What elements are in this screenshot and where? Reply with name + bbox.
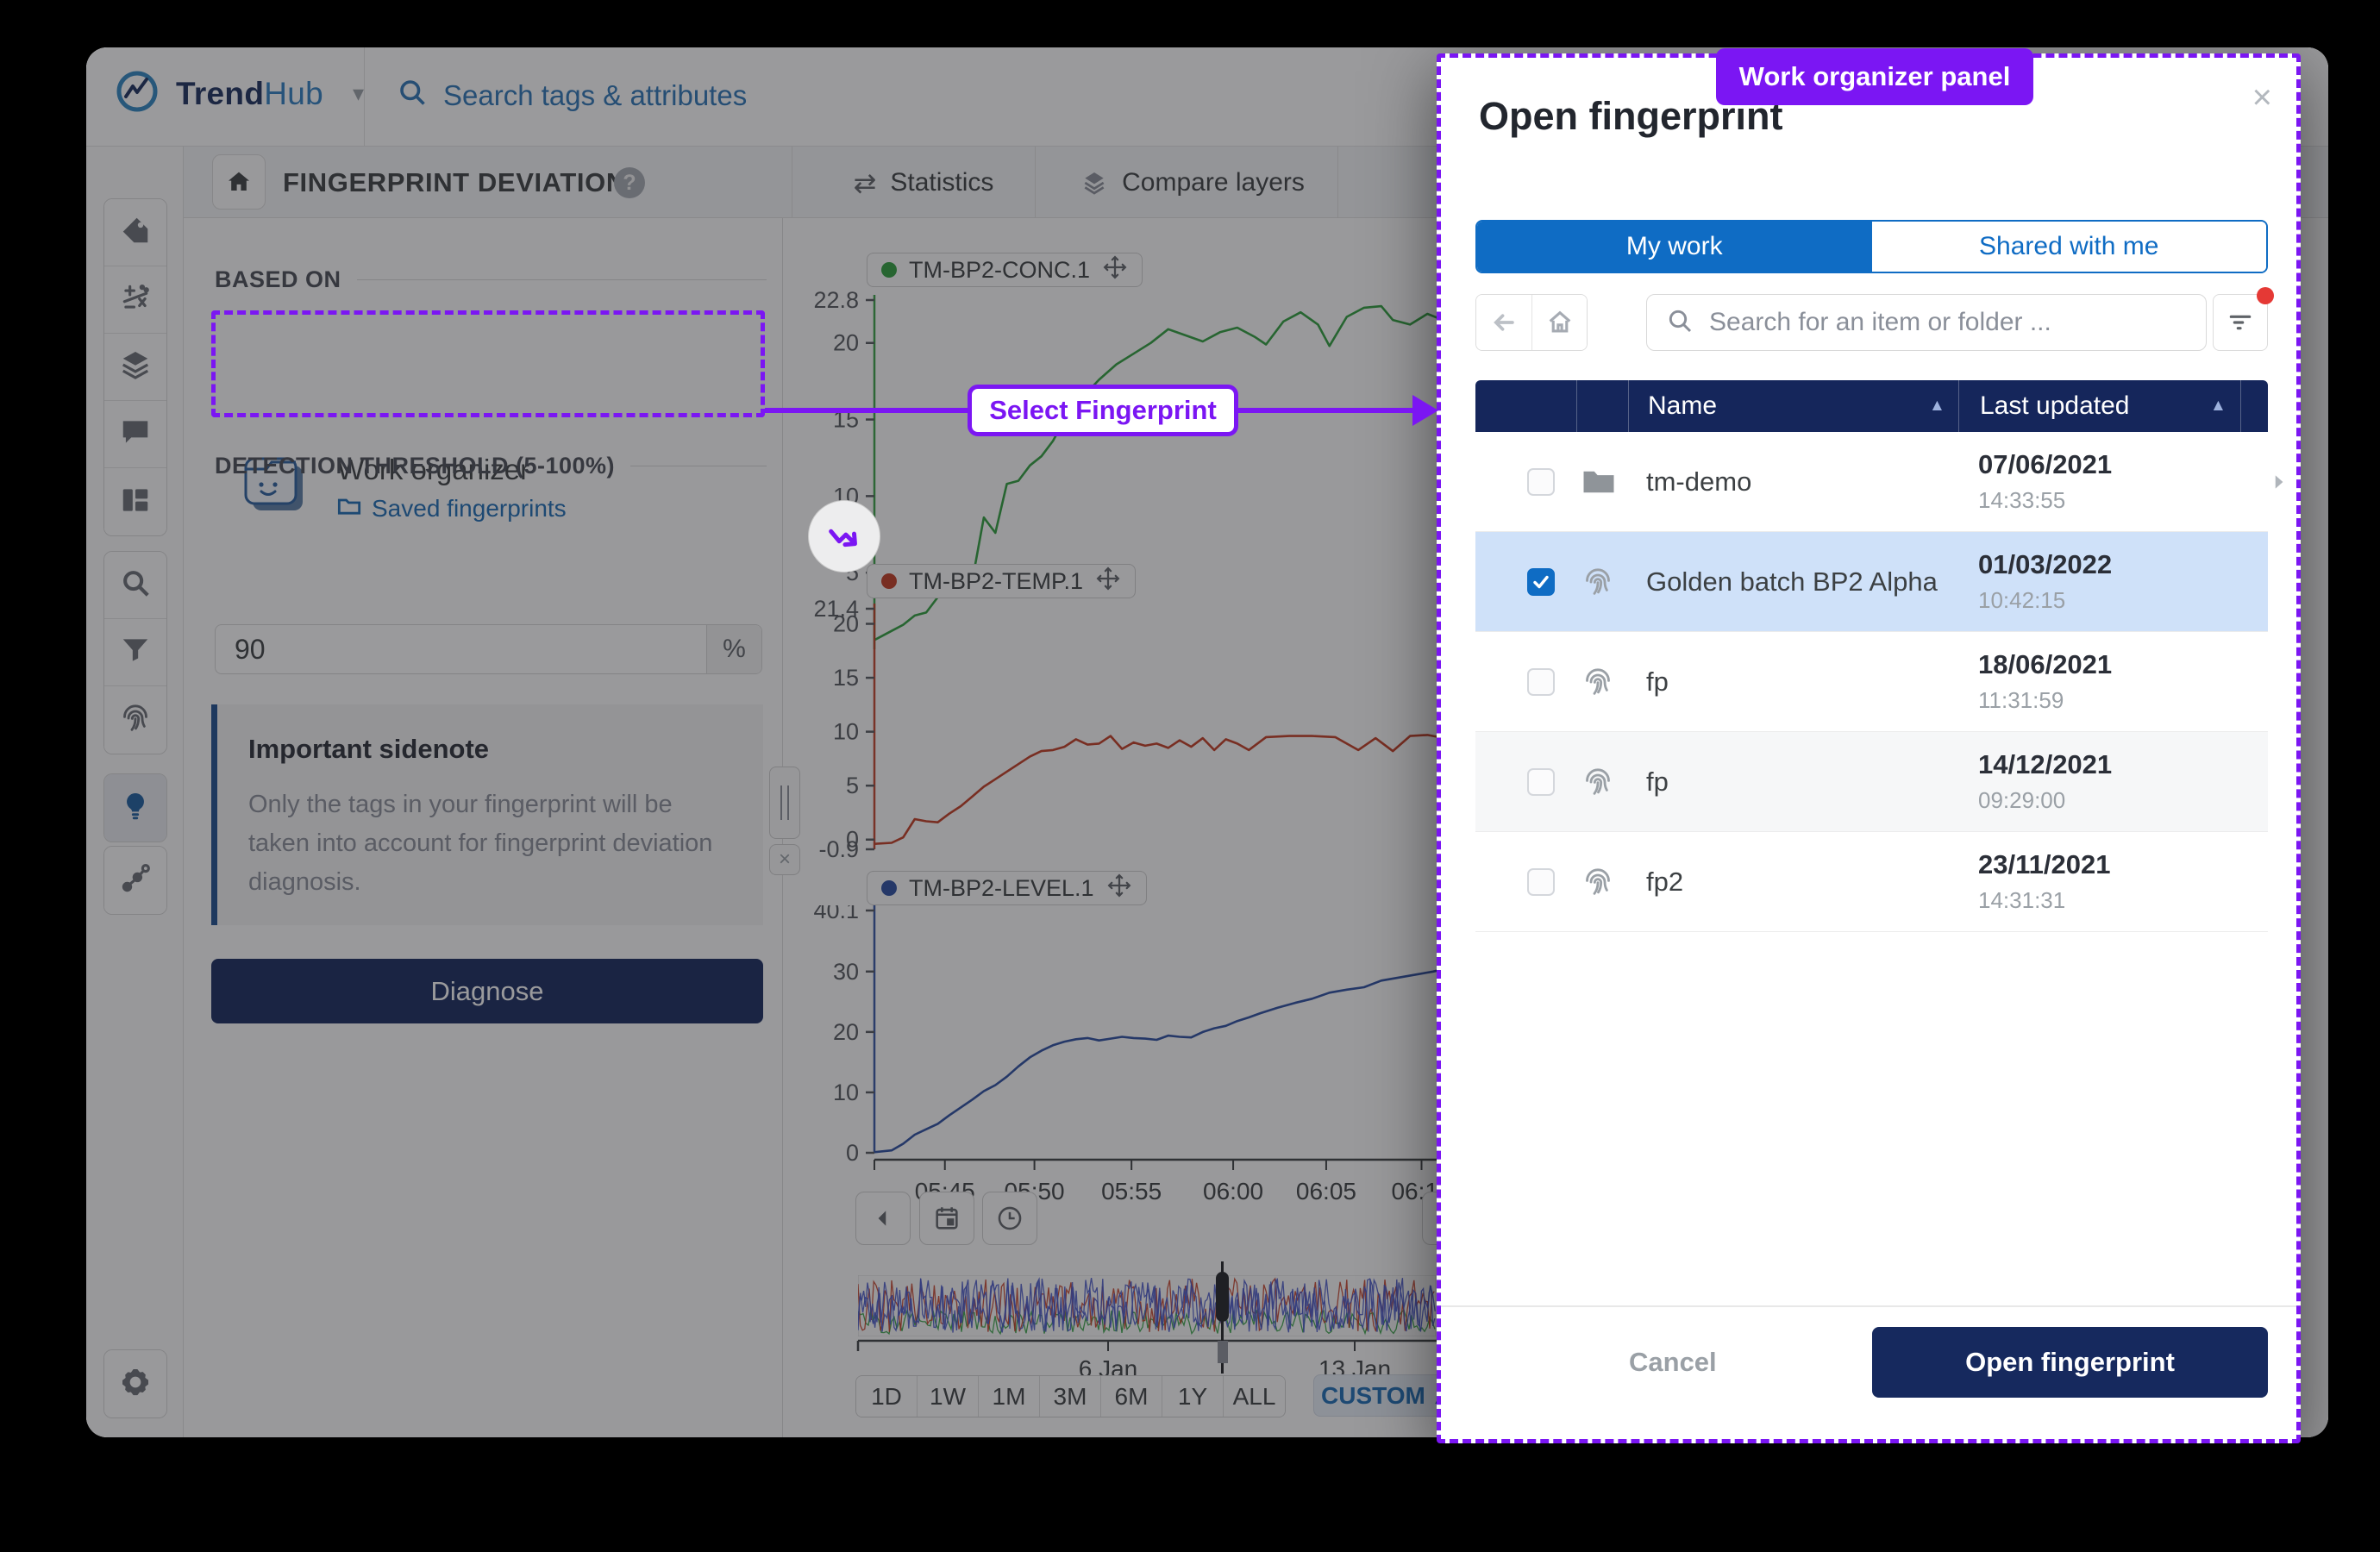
row-date: 07/06/2021 — [1978, 449, 2112, 480]
row-time: 14:33:55 — [1978, 487, 2112, 514]
row-name: tm-demo — [1646, 466, 1751, 498]
home-folder-button[interactable] — [1531, 295, 1587, 350]
row-date: 23/11/2021 — [1978, 849, 2110, 880]
row-time: 14:31:31 — [1978, 887, 2110, 914]
sort-asc-icon[interactable]: ▲ — [2210, 397, 2227, 416]
row-name: fp2 — [1646, 867, 1683, 898]
fingerprint-icon — [1581, 565, 1619, 599]
cancel-button[interactable]: Cancel — [1629, 1347, 1717, 1378]
row-name: fp — [1646, 767, 1669, 798]
chevron-right-icon[interactable] — [2267, 471, 2289, 493]
tab-my-work[interactable]: My work — [1477, 222, 1872, 272]
fingerprint-icon — [1581, 765, 1619, 799]
row-date: 01/03/2022 — [1978, 549, 2112, 580]
row-checkbox[interactable] — [1527, 668, 1555, 696]
modal-toolbar — [1475, 294, 2268, 351]
open-fingerprint-modal: × Open fingerprint My work Shared with m… — [1437, 53, 2301, 1443]
tab-shared-with-me[interactable]: Shared with me — [1872, 222, 2267, 272]
modal-title: Open fingerprint — [1479, 94, 1783, 139]
row-checkbox[interactable] — [1527, 868, 1555, 896]
modal-tabs: My work Shared with me — [1475, 220, 2268, 273]
open-fingerprint-button[interactable]: Open fingerprint — [1872, 1327, 2268, 1398]
modal-search — [1646, 294, 2207, 351]
row-checkbox[interactable] — [1527, 468, 1555, 496]
back-button[interactable] — [1476, 295, 1531, 350]
row-date: 18/06/2021 — [1978, 649, 2112, 680]
row-name: fp — [1646, 666, 1669, 698]
row-checkbox[interactable] — [1527, 768, 1555, 796]
table-row[interactable]: fp 18/06/2021 11:31:59 — [1475, 632, 2268, 732]
table-row[interactable]: Golden batch BP2 Alpha 01/03/2022 10:42:1… — [1475, 532, 2268, 632]
row-time: 11:31:59 — [1978, 687, 2112, 714]
row-checkbox[interactable] — [1527, 568, 1555, 596]
row-time: 09:29:00 — [1978, 787, 2112, 814]
row-name: Golden batch BP2 Alpha — [1646, 566, 1938, 598]
table-row[interactable]: fp 14/12/2021 09:29:00 — [1475, 732, 2268, 832]
file-table: Name ▲ Last updated ▲ tm-demo 07/06/2021… — [1475, 380, 2268, 932]
footer-divider — [1441, 1305, 2296, 1307]
notification-dot — [2257, 287, 2274, 304]
screenshot-canvas: TrendHub ▾ Search tags & attributes FING… — [0, 0, 2380, 1552]
row-date: 14/12/2021 — [1978, 749, 2112, 780]
fingerprint-icon — [1581, 865, 1619, 899]
filter-sort-button[interactable] — [2213, 294, 2268, 351]
col-name[interactable]: Name — [1648, 391, 1717, 421]
col-last-updated[interactable]: Last updated — [1980, 391, 2129, 421]
row-time: 10:42:15 — [1978, 587, 2112, 614]
table-row[interactable]: tm-demo 07/06/2021 14:33:55 — [1475, 432, 2268, 532]
close-icon[interactable]: × — [2252, 78, 2272, 117]
fingerprint-icon — [1581, 665, 1619, 699]
table-header: Name ▲ Last updated ▲ — [1475, 380, 2268, 432]
table-row[interactable]: fp2 23/11/2021 14:31:31 — [1475, 832, 2268, 932]
search-icon — [1666, 307, 1694, 339]
modal-search-input[interactable] — [1709, 308, 2187, 337]
folder-icon — [1581, 466, 1619, 498]
sort-asc-icon[interactable]: ▲ — [1929, 397, 1945, 416]
